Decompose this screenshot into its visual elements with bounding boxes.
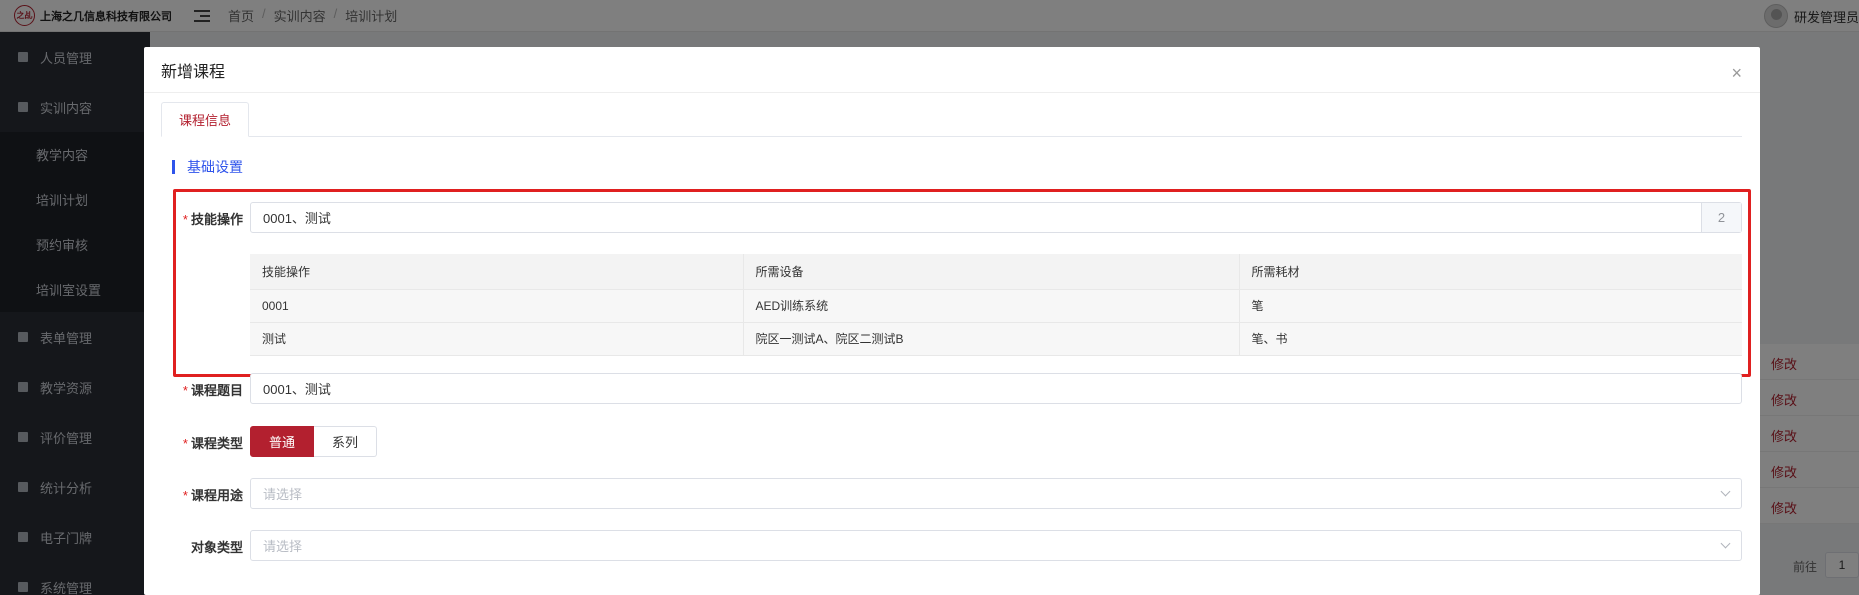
section-title: 基础设置 [187, 159, 243, 175]
close-icon[interactable]: × [1731, 64, 1742, 82]
dialog-title: 新增课程 [161, 63, 226, 81]
course-type-series-button[interactable]: 系列 [314, 426, 378, 457]
object-type-label: 对象类型 [165, 537, 243, 556]
object-type-label-text: 对象类型 [190, 540, 243, 555]
course-type-normal-button[interactable]: 普通 [250, 426, 315, 457]
section-basic-settings: 基础设置 [172, 157, 243, 177]
course-type-label: * 课程类型 [165, 433, 243, 452]
chevron-down-icon [1720, 538, 1731, 549]
add-course-dialog: 新增课程 × 课程信息 基础设置 * 技能操作 0001、测试 2 技能操作 所需… [144, 47, 1760, 595]
course-title-input[interactable]: 0001、测试 [250, 373, 1742, 404]
course-title-label-text: 课程题目 [190, 383, 243, 398]
course-type-radio-group: 普通 系列 [250, 426, 378, 457]
tab-course-info[interactable]: 课程信息 [161, 102, 249, 137]
course-use-select[interactable]: 请选择 [250, 478, 1742, 509]
required-mark: * [182, 383, 188, 398]
course-use-label: * 课程用途 [165, 485, 243, 504]
object-type-select[interactable]: 请选择 [250, 530, 1742, 561]
course-use-label-text: 课程用途 [190, 488, 243, 503]
dialog-header: 新增课程 [144, 47, 1760, 93]
course-use-placeholder: 请选择 [263, 487, 303, 502]
required-mark: * [182, 488, 188, 503]
course-title-value: 0001、测试 [263, 382, 331, 397]
highlight-box [173, 189, 1751, 377]
required-mark: * [182, 436, 188, 451]
course-type-label-text: 课程类型 [190, 436, 243, 451]
section-marker [172, 160, 175, 174]
object-type-placeholder: 请选择 [263, 539, 303, 554]
course-title-label: * 课程题目 [165, 380, 243, 399]
dialog-tabs: 课程信息 [161, 102, 1742, 137]
chevron-down-icon [1720, 486, 1731, 497]
